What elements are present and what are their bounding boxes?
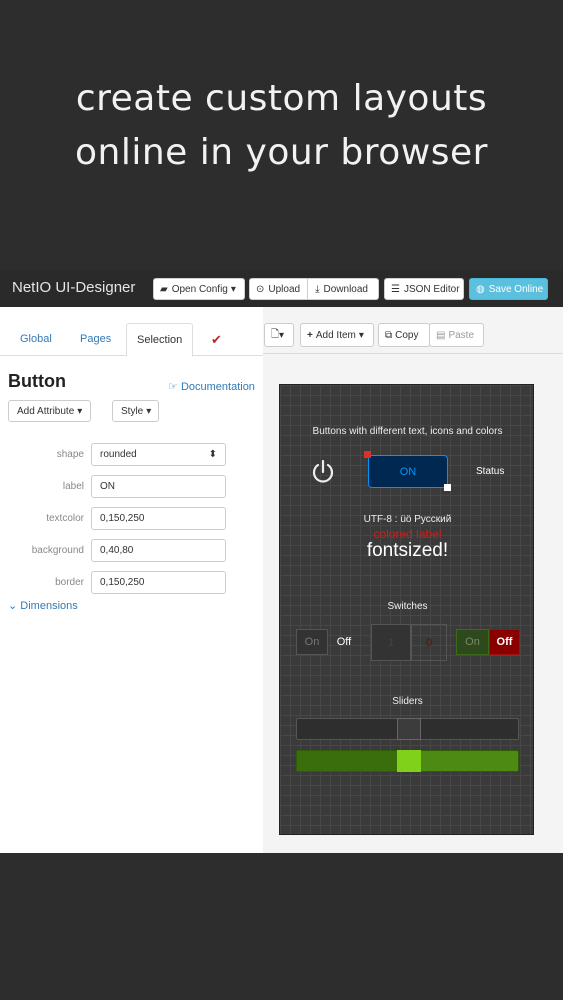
open-config-label: Open Config: [171, 283, 228, 295]
tab-pages[interactable]: Pages: [70, 323, 121, 356]
page-menu-button[interactable]: 🗋 ▾: [264, 323, 294, 347]
file-icon: 🗋: [271, 328, 280, 340]
switch-2-zero[interactable]: 0: [411, 624, 447, 661]
fontsized-label: fontsized!: [366, 540, 449, 561]
headline-line-2: online in your browser: [75, 132, 488, 173]
layout-canvas[interactable]: Buttons with different text, icons and c…: [279, 384, 534, 835]
shape-select[interactable]: rounded ⬍: [91, 443, 226, 466]
shape-label: shape: [56, 449, 84, 460]
slider-2-knob[interactable]: [397, 750, 421, 772]
globe-icon: ◍: [476, 283, 485, 295]
json-editor-label: JSON Editor: [403, 283, 460, 295]
divider: [307, 278, 309, 300]
caret-down-icon: ▾: [358, 329, 364, 341]
tab-selection[interactable]: Selection: [126, 323, 194, 357]
tab-check[interactable]: ✔: [201, 323, 232, 356]
power-icon[interactable]: [310, 459, 336, 485]
style-button[interactable]: Style ▾: [112, 400, 159, 422]
dimensions-toggle[interactable]: ⌄ Dimensions: [8, 599, 78, 612]
headline: create custom layouts online in your bro…: [0, 72, 563, 180]
open-config-button[interactable]: ▰ Open Config ▾: [153, 278, 245, 300]
buttons-section-title: Buttons with different text, icons and c…: [312, 426, 503, 437]
element-heading: Button: [8, 371, 66, 391]
updown-icon: ⬍: [208, 449, 217, 460]
copy-label: Copy: [395, 329, 419, 341]
list-icon: ☰: [391, 283, 400, 295]
add-item-button[interactable]: + Add Item ▾: [300, 323, 374, 347]
textcolor-label: textcolor: [46, 513, 84, 524]
style-label: Style: [121, 405, 144, 417]
slider-2-fill: [297, 751, 397, 771]
copy-icon: ⧉: [385, 329, 393, 341]
switch-2-one[interactable]: 1: [371, 624, 411, 661]
documentation-label: Documentation: [180, 381, 255, 393]
designer-app: Global Pages Selection ✔ Button ☞ Docume…: [0, 307, 563, 853]
save-online-label: Save Online: [488, 283, 544, 295]
tab-global[interactable]: Global: [10, 323, 62, 356]
properties-panel: Global Pages Selection ✔ Button ☞ Docume…: [0, 307, 263, 853]
sliders-section-title: Sliders: [392, 696, 423, 707]
caret-down-icon: ▾: [230, 283, 236, 295]
label-input[interactable]: ON: [91, 475, 226, 498]
shape-value: rounded: [100, 449, 137, 460]
toolbar-divider: [263, 353, 563, 354]
caret-down-icon: ▾: [77, 405, 83, 417]
add-attribute-label: Add Attribute: [17, 405, 75, 417]
chevron-down-icon: ⌄: [8, 600, 18, 612]
switch-3-on[interactable]: On: [456, 629, 489, 655]
copy-button[interactable]: ⧉ Copy: [378, 323, 430, 347]
colored-label: colored label: [373, 527, 442, 541]
add-item-label: Add Item: [315, 329, 356, 341]
delete-handle[interactable]: [364, 451, 371, 458]
utf8-label: UTF-8 : üö Русский: [363, 514, 452, 525]
background-input[interactable]: 0,40,80: [91, 539, 226, 562]
folder-icon: ▰: [160, 283, 168, 295]
add-attribute-button[interactable]: Add Attribute ▾: [8, 400, 91, 422]
plus-icon: +: [307, 329, 313, 341]
hand-pointer-icon: ☞: [168, 381, 178, 393]
slider-1-track[interactable]: [296, 718, 519, 740]
border-input[interactable]: 0,150,250: [91, 571, 226, 594]
json-editor-button[interactable]: ☰ JSON Editor: [384, 278, 464, 300]
slider-2-track[interactable]: [296, 750, 519, 772]
panel-tabs: Global Pages Selection ✔: [0, 323, 263, 357]
switch-3-off[interactable]: Off: [489, 629, 520, 655]
switches-section-title: Switches: [387, 601, 428, 612]
upload-icon: ⊙: [256, 283, 265, 295]
upload-button[interactable]: Upload: [268, 284, 300, 295]
canvas-panel: 🗋 ▾ + Add Item ▾ ⧉ Copy ▤ Paste Buttons …: [263, 307, 563, 853]
caret-down-icon: ▾: [279, 329, 285, 341]
app-toolbar: NetIO UI-Designer ▰ Open Config ▾ ⊙ Uplo…: [0, 270, 563, 307]
canvas-toolbar: 🗋 ▾ + Add Item ▾ ⧉ Copy ▤ Paste: [263, 323, 563, 351]
upload-download-group: ⊙ Upload ⤓ Download: [249, 278, 379, 300]
background-label: background: [31, 545, 84, 556]
download-icon: ⤓: [315, 283, 320, 295]
resize-handle[interactable]: [444, 484, 451, 491]
textcolor-input[interactable]: 0,150,250: [91, 507, 226, 530]
dimensions-label: Dimensions: [20, 600, 78, 612]
download-button[interactable]: Download: [324, 284, 368, 295]
border-label: border: [55, 577, 84, 588]
save-online-button[interactable]: ◍ Save Online: [469, 278, 548, 300]
switch-1-off[interactable]: Off: [328, 629, 360, 655]
headline-line-1: create custom layouts: [75, 78, 488, 119]
status-button[interactable]: Status: [476, 466, 504, 477]
paste-label: Paste: [448, 329, 475, 341]
app-title: NetIO UI-Designer: [12, 279, 136, 296]
documentation-link[interactable]: ☞ Documentation: [168, 380, 255, 393]
switch-1-on[interactable]: On: [296, 629, 328, 655]
paste-button[interactable]: ▤ Paste: [429, 323, 484, 347]
caret-down-icon: ▾: [146, 405, 152, 417]
slider-1-knob[interactable]: [397, 718, 421, 740]
paste-icon: ▤: [436, 329, 446, 341]
label-label: label: [62, 481, 84, 492]
on-button[interactable]: ON: [368, 455, 448, 488]
